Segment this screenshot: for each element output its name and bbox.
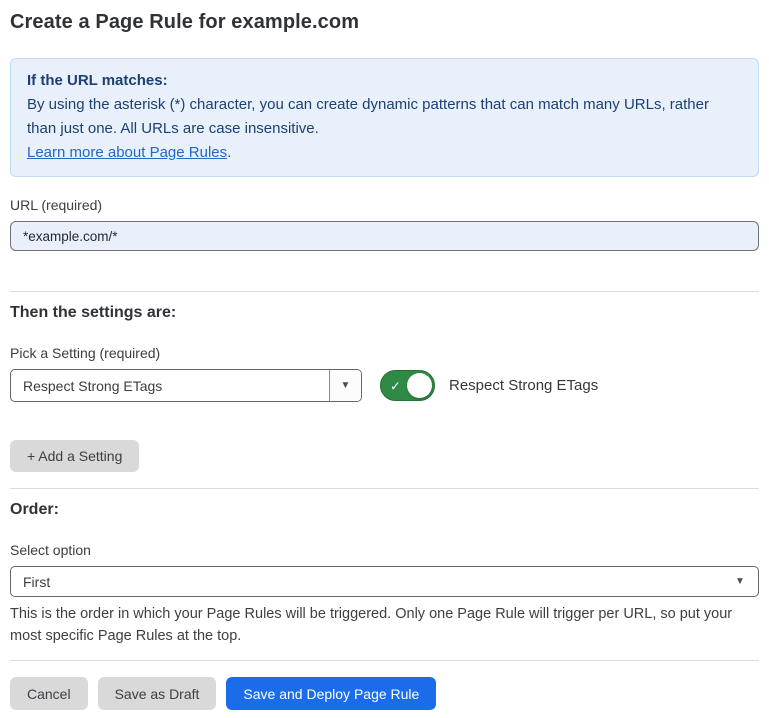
save-draft-button[interactable]: Save as Draft — [98, 677, 217, 710]
order-select-label: Select option — [10, 542, 759, 558]
url-field-label: URL (required) — [10, 197, 759, 213]
check-icon: ✓ — [390, 379, 401, 392]
order-select-value: First — [11, 567, 722, 596]
add-setting-button[interactable]: + Add a Setting — [10, 440, 139, 472]
setting-select[interactable]: Respect Strong ETags ▼ — [10, 369, 362, 402]
setting-select-value: Respect Strong ETags — [11, 370, 329, 401]
pick-setting-label: Pick a Setting (required) — [10, 345, 759, 361]
setting-select-arrow[interactable]: ▼ — [329, 370, 361, 401]
toggle-knob — [407, 373, 432, 398]
footer-divider — [10, 660, 759, 661]
info-box-body: By using the asterisk (*) character, you… — [27, 93, 742, 141]
page-rule-form: Create a Page Rule for example.com If th… — [0, 11, 769, 710]
footer-actions: Cancel Save as Draft Save and Deploy Pag… — [10, 677, 759, 710]
setting-toggle-label: Respect Strong ETags — [449, 377, 598, 394]
setting-row: Respect Strong ETags ▼ ✓ Respect Strong … — [10, 369, 759, 402]
info-box-heading: If the URL matches: — [27, 69, 742, 93]
order-select-arrow[interactable]: ▼ — [722, 567, 758, 596]
url-input[interactable] — [10, 221, 759, 251]
chevron-down-icon: ▼ — [341, 380, 351, 391]
order-select[interactable]: First ▼ — [10, 566, 759, 597]
link-suffix: . — [227, 144, 231, 161]
section-divider — [10, 291, 759, 292]
order-section-heading: Order: — [10, 501, 759, 519]
save-deploy-button[interactable]: Save and Deploy Page Rule — [226, 677, 436, 710]
page-title: Create a Page Rule for example.com — [10, 11, 759, 34]
learn-more-link[interactable]: Learn more about Page Rules — [27, 144, 227, 161]
section-divider — [10, 488, 759, 489]
info-box-link-line: Learn more about Page Rules. — [27, 141, 742, 165]
setting-toggle[interactable]: ✓ — [380, 370, 435, 401]
url-match-info-box: If the URL matches: By using the asteris… — [10, 58, 759, 177]
chevron-down-icon: ▼ — [735, 576, 745, 587]
cancel-button[interactable]: Cancel — [10, 677, 88, 710]
order-help-text: This is the order in which your Page Rul… — [10, 603, 758, 647]
settings-section-heading: Then the settings are: — [10, 304, 759, 322]
